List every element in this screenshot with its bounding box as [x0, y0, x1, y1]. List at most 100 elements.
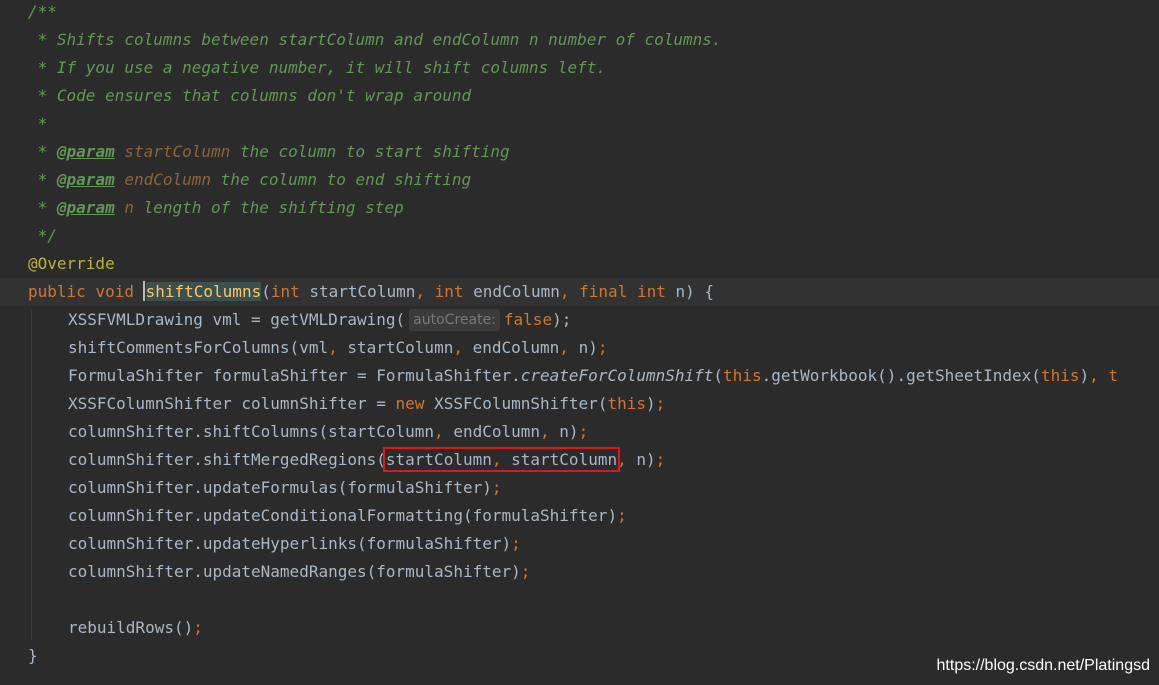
code-segment: columnShifter.shiftColumns(startColumn: [68, 422, 435, 441]
semicolon: ;: [655, 394, 666, 413]
code-editor[interactable]: /** * Shifts columns between startColumn…: [0, 0, 1159, 685]
keyword-public: public: [28, 282, 86, 301]
semicolon: ;: [193, 618, 203, 637]
code-line: columnShifter.updateConditionalFormattin…: [0, 502, 1159, 530]
semicolon: ;: [491, 478, 502, 497]
code-segment: columnShifter.updateHyperlinks(formulaSh…: [68, 534, 512, 553]
code-segment: t: [1098, 366, 1119, 385]
doc-comment-line: * Code ensures that columns don't wrap a…: [28, 86, 472, 105]
current-code-line: public void shiftColumns(int startColumn…: [0, 278, 1159, 306]
code-line: FormulaShifter formulaShifter = FormulaS…: [0, 362, 1159, 390]
method-name[interactable]: shiftColumns: [145, 282, 262, 301]
code-segment: ): [645, 394, 656, 413]
text-cursor: [142, 281, 145, 301]
code-line: XSSFVMLDrawing vml = getVMLDrawing(autoC…: [0, 306, 1159, 334]
code-segment: shiftCommentsForColumns(vml: [68, 338, 329, 357]
doc-comment-line: * Shifts columns between startColumn and…: [28, 30, 722, 49]
code-segment: ): [1079, 366, 1090, 385]
code-line: columnShifter.shiftColumns(startColumn, …: [0, 418, 1159, 446]
keyword-int: int: [434, 282, 464, 301]
keyword-false: false: [503, 310, 553, 329]
keyword-int: int: [636, 282, 666, 301]
code-line: * @param n length of the shifting step: [0, 194, 1159, 222]
doc-comment-star: *: [28, 142, 57, 161]
comma: ,: [559, 338, 569, 357]
code-segment: n): [549, 422, 579, 441]
highlighted-arguments-box: startColumn, startColumn: [382, 447, 621, 472]
semicolon: ;: [520, 562, 531, 581]
parameter-hint: autoCreate:: [409, 309, 500, 331]
code-segment: XSSFVMLDrawing vml = getVMLDrawing(: [68, 310, 406, 329]
code-segment: columnShifter.updateConditionalFormattin…: [68, 506, 618, 525]
semicolon: ;: [578, 422, 589, 441]
comma: ,: [1089, 366, 1099, 385]
override-annotation: @Override: [28, 254, 115, 273]
keyword-this: this: [723, 366, 762, 385]
semicolon: ;: [617, 506, 627, 525]
code-line: columnShifter.updateFormulas(formulaShif…: [0, 474, 1159, 502]
doc-param-desc: the column to start shifting: [230, 142, 510, 161]
doc-comment-line: * If you use a negative number, it will …: [28, 58, 606, 77]
doc-param-name: n: [124, 198, 134, 217]
code-line: * Shifts columns between startColumn and…: [0, 26, 1159, 54]
code-segment: XSSFColumnShifter(: [424, 394, 608, 413]
comma: ,: [617, 450, 627, 469]
code-line: columnShifter.updateHyperlinks(formulaSh…: [0, 530, 1159, 558]
doc-param-tag[interactable]: @param: [57, 170, 115, 189]
code-segment: .getWorkbook().getSheetIndex(: [761, 366, 1041, 385]
doc-comment-open: /**: [28, 2, 57, 21]
code-segment: columnShifter.shiftMergedRegions(: [68, 450, 386, 469]
doc-param-name: startColumn: [124, 142, 231, 161]
code-line: * Code ensures that columns don't wrap a…: [0, 82, 1159, 110]
watermark: https://blog.csdn.net/Platingsd: [936, 657, 1150, 674]
code-segment: startColumn: [337, 338, 454, 357]
keyword-this: this: [1040, 366, 1080, 385]
code-line: * @param endColumn the column to end shi…: [0, 166, 1159, 194]
doc-comment-close: */: [28, 226, 57, 245]
keyword-this: this: [607, 394, 646, 413]
static-method-call[interactable]: createForColumnShift: [521, 366, 714, 385]
doc-param-desc: the column to end shifting: [211, 170, 472, 189]
comma: ,: [328, 338, 338, 357]
code-line: columnShifter.updateNamedRanges(formulaS…: [0, 558, 1159, 586]
code-line: */: [0, 222, 1159, 250]
comma: ,: [540, 422, 550, 441]
doc-param-desc: length of the shifting step: [133, 198, 404, 217]
code-segment: columnShifter.updateNamedRanges(formulaS…: [68, 562, 521, 581]
code-line: rebuildRows();: [0, 614, 1159, 642]
code-segment: );: [552, 310, 572, 329]
code-segment: endColumn: [443, 422, 541, 441]
keyword-new: new: [395, 394, 425, 413]
code-line: columnShifter.shiftMergedRegions(startCo…: [0, 446, 1159, 474]
comma: ,: [559, 282, 570, 301]
comma: ,: [491, 450, 502, 469]
code-segment: endColumn: [462, 338, 560, 357]
doc-comment-star: *: [28, 198, 57, 217]
doc-param-tag[interactable]: @param: [57, 198, 115, 217]
code-segment: XSSFColumnShifter columnShifter =: [68, 394, 396, 413]
param-n: n) {: [665, 282, 715, 301]
paren-open: (: [261, 282, 271, 301]
code-segment: (: [713, 366, 724, 385]
code-line: shiftCommentsForColumns(vml, startColumn…: [0, 334, 1159, 362]
doc-param-tag[interactable]: @param: [57, 142, 115, 161]
semicolon: ;: [655, 450, 666, 469]
code-segment: n): [568, 338, 598, 357]
semicolon: ;: [597, 338, 608, 357]
code-segment: rebuildRows(): [68, 618, 194, 637]
code-line: * @param startColumn the column to start…: [0, 138, 1159, 166]
code-segment: columnShifter.updateFormulas(formulaShif…: [68, 478, 492, 497]
keyword-void: void: [95, 282, 134, 301]
keyword-int: int: [270, 282, 300, 301]
code-line: /**: [0, 0, 1159, 26]
argument-start-column: startColumn: [385, 450, 492, 469]
semicolon: ;: [511, 534, 521, 553]
comma: ,: [434, 422, 444, 441]
code-line: @Override: [0, 250, 1159, 278]
doc-comment-line: *: [28, 114, 48, 133]
param-start-column: startColumn: [299, 282, 416, 301]
keyword-final: final: [579, 282, 628, 301]
doc-param-name: endColumn: [124, 170, 212, 189]
code-line: *: [0, 110, 1159, 138]
closing-brace: }: [28, 646, 38, 665]
